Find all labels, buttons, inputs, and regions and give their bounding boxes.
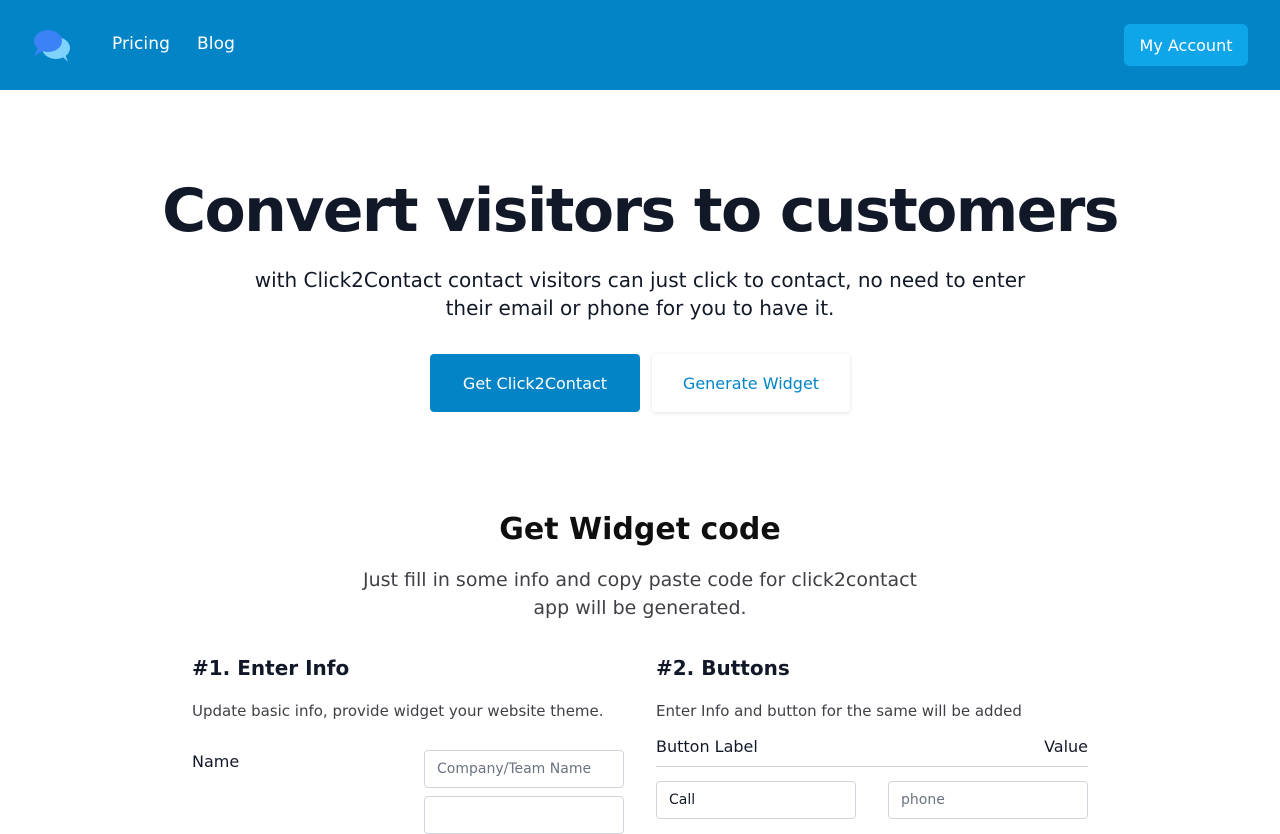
buttons-table-header: Button Label Value [656,730,1088,767]
buttons-description: Enter Info and button for the same will … [656,702,1022,720]
nav-link-blog[interactable]: Blog [197,34,235,54]
my-account-button[interactable]: My Account [1124,24,1248,66]
enter-info-description: Update basic info, provide widget your w… [192,702,604,720]
enter-info-title: #1. Enter Info [192,656,350,680]
top-navbar: Pricing Blog My Account [0,0,1280,90]
hero-title: Convert visitors to customers [162,176,1119,246]
hero-subtitle: with Click2Contact contact visitors can … [254,268,1026,320]
chat-bubbles-icon[interactable] [32,26,72,64]
widget-section-title: Get Widget code [499,512,781,547]
next-info-input[interactable] [424,796,624,834]
nav-link-pricing[interactable]: Pricing [112,34,170,54]
buttons-title: #2. Buttons [656,656,790,680]
button-value-input[interactable] [888,781,1088,819]
button-label-column-header: Button Label [656,737,758,756]
widget-section-subtitle: Just fill in some info and copy paste co… [362,569,918,619]
generate-widget-button[interactable]: Generate Widget [652,354,850,412]
button-label-input[interactable] [656,781,856,819]
name-label: Name [192,752,240,771]
get-click2contact-button[interactable]: Get Click2Contact [430,354,640,412]
value-column-header: Value [1044,737,1088,756]
name-input[interactable] [424,750,624,788]
